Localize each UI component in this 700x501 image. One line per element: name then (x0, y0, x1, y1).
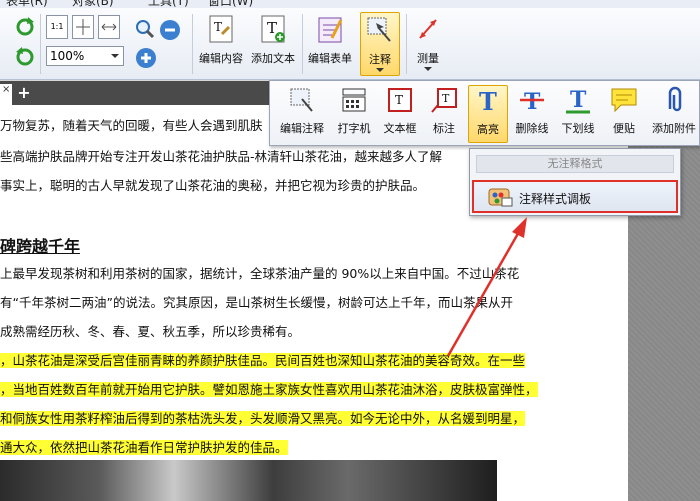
add-text-button[interactable]: T 添加文本 (248, 14, 298, 66)
edit-content-label: 编辑内容 (199, 52, 243, 65)
paragraph-line: 有“千年茶树二两油”的说法。究其原因，是山茶树生长缓慢，树龄可达上千年，而山茶果… (0, 295, 513, 310)
section-heading: 碑跨越千年 (0, 237, 81, 256)
document-tab[interactable]: × (0, 84, 12, 105)
minus-icon (165, 28, 175, 32)
highlighted-text[interactable]: 通大众，依然把山茶花油看作日常护肤护发的佳品。 (0, 440, 288, 455)
annotate-icon (367, 17, 391, 42)
measure-icon (419, 19, 437, 39)
strikeout-icon: T (520, 89, 544, 115)
magnifier-icon (136, 20, 155, 39)
fit-width-button[interactable] (98, 15, 120, 39)
annotate-label: 注释 (369, 53, 391, 66)
palette-icon (488, 188, 513, 207)
edit-form-label: 编辑表单 (308, 52, 352, 65)
callout-label: 标注 (433, 122, 455, 135)
callout-button[interactable]: T 标注 (424, 85, 464, 136)
zoom-select[interactable]: 100% (46, 46, 124, 66)
sticky-note-button[interactable]: 便贴 (604, 85, 644, 136)
textbox-label: 文本框 (383, 122, 417, 135)
rotate-counterclockwise-icon (16, 47, 34, 66)
add-text-icon: T (261, 15, 285, 43)
underline-icon: T (566, 87, 590, 114)
chevron-down-icon (424, 67, 432, 71)
chevron-down-icon (111, 54, 119, 58)
svg-text:T: T (214, 20, 222, 34)
rotate-counterclockwise-button[interactable] (14, 46, 36, 72)
annotation-style-palette-label: 注释样式调板 (519, 192, 592, 206)
highlighted-text[interactable]: 和侗族女性用茶籽榨油后得到的茶枯洗头发，头发顺滑又黑亮。如今无论中外，从名媛到明… (0, 411, 526, 426)
svg-text:T: T (570, 87, 587, 113)
sticky-note-icon (611, 88, 637, 113)
sticky-note-label: 便贴 (613, 122, 635, 135)
rotate-clockwise-icon (16, 17, 34, 36)
document-image (0, 460, 497, 501)
paragraph-line: 上最早发现茶树和利用茶树的国家，据统计，全球茶油产量的 90%以上来自中国。不过… (0, 266, 520, 281)
paperclip-icon (668, 86, 682, 112)
highlight-label: 高亮 (477, 123, 499, 136)
edit-content-icon: T (209, 15, 233, 43)
annotation-style-palette-item[interactable]: 注释样式调板 (472, 180, 678, 213)
fit-page-button[interactable] (72, 15, 94, 39)
zoom-value: 100% (50, 49, 85, 63)
typewriter-button[interactable]: 打字机 (332, 85, 376, 136)
svg-text:T: T (442, 92, 450, 105)
strikeout-button[interactable]: T 删除线 (510, 85, 554, 136)
annotation-toolbar: 编辑注释 打字机 T 文本框 T 标注 T 高亮 T 删除线 T 下划线 便贴 … (269, 80, 700, 146)
svg-text:T: T (395, 93, 403, 107)
underline-label: 下划线 (561, 122, 595, 135)
textbox-icon: T (388, 88, 412, 112)
edit-content-button[interactable]: T 编辑内容 (196, 14, 246, 66)
edit-annotation-label: 编辑注释 (280, 122, 324, 135)
typewriter-icon (342, 88, 366, 112)
add-text-label: 添加文本 (251, 52, 295, 65)
actual-size-icon: 1:1 (50, 22, 64, 31)
measure-button[interactable]: 测量 (410, 14, 446, 71)
close-icon[interactable]: × (2, 84, 10, 95)
strikeout-label: 删除线 (515, 122, 549, 135)
fit-width-icon (101, 23, 117, 31)
highlight-button[interactable]: T 高亮 (468, 85, 508, 143)
paragraph-line: 些高端护肤品牌开始专注开发山茶花油护肤品-林清轩山茶花油，越来越多人了解 (0, 149, 443, 164)
textbox-button[interactable]: T 文本框 (378, 85, 422, 136)
zoom-plus-button[interactable] (136, 48, 156, 68)
rotate-clockwise-button[interactable] (14, 16, 36, 42)
svg-text:T: T (267, 19, 277, 37)
zoom-out-button[interactable] (160, 20, 180, 40)
zoom-in-tool-button[interactable] (134, 18, 156, 44)
svg-text:T: T (524, 89, 541, 115)
highlighted-text[interactable]: ，当地百姓数百年前就开始用它护肤。譬如恩施土家族女性喜欢用山茶花油沐浴，皮肤极富… (0, 382, 538, 397)
menu-item-object[interactable]: 对象(B) (72, 0, 114, 8)
underline-button[interactable]: T 下划线 (556, 85, 600, 136)
paragraph-line: 万物复苏，随着天气的回暖，有些人会遇到肌肤 (0, 118, 263, 133)
highlight-icon: T (479, 87, 497, 116)
ribbon-toolbar: 1:1 100% T 编辑内容 T 添加文本 编辑表单 注释 测量 (0, 8, 700, 80)
menu-item-window[interactable]: 窗口(W) (208, 0, 253, 8)
attach-file-button[interactable]: 添加附件 (648, 85, 700, 136)
paragraph-line: 成熟需经历秋、冬、春、夏、秋五季，所以珍贵稀有。 (0, 324, 301, 339)
svg-text:T: T (479, 87, 497, 116)
edit-form-icon (318, 17, 343, 43)
annotate-button[interactable]: 注释 (360, 12, 400, 76)
fit-page-icon (76, 19, 90, 35)
menu-bar: 表单(R) 对象(B) 工具(T) 窗口(W) (0, 0, 700, 8)
measure-label: 测量 (417, 52, 439, 65)
no-annotation-format: 无注释格式 (476, 155, 674, 173)
new-tab-button[interactable]: + (16, 84, 32, 102)
actual-size-button[interactable]: 1:1 (46, 15, 68, 39)
menu-item-tools[interactable]: 工具(T) (148, 0, 189, 8)
edit-annotation-button[interactable]: 编辑注释 (274, 85, 330, 136)
attach-file-label: 添加附件 (652, 122, 696, 135)
highlighted-text[interactable]: ，山茶花油是深受后宫佳丽青睐的养颜护肤佳品。民间百姓也深知山茶花油的美容奇效。在… (0, 353, 526, 368)
edit-form-button[interactable]: 编辑表单 (304, 14, 356, 66)
plus-icon (141, 53, 151, 63)
typewriter-label: 打字机 (337, 122, 371, 135)
paragraph-line: 事实上，聪明的古人早就发现了山茶花油的奥秘，并把它视为珍贵的护肤品。 (0, 178, 426, 193)
annotation-style-dropdown: 无注释格式 注释样式调板 (469, 148, 681, 216)
menu-item-form[interactable]: 表单(R) (6, 0, 48, 8)
callout-icon: T (431, 88, 457, 113)
edit-annotation-icon (290, 88, 313, 112)
chevron-down-icon (376, 68, 384, 72)
